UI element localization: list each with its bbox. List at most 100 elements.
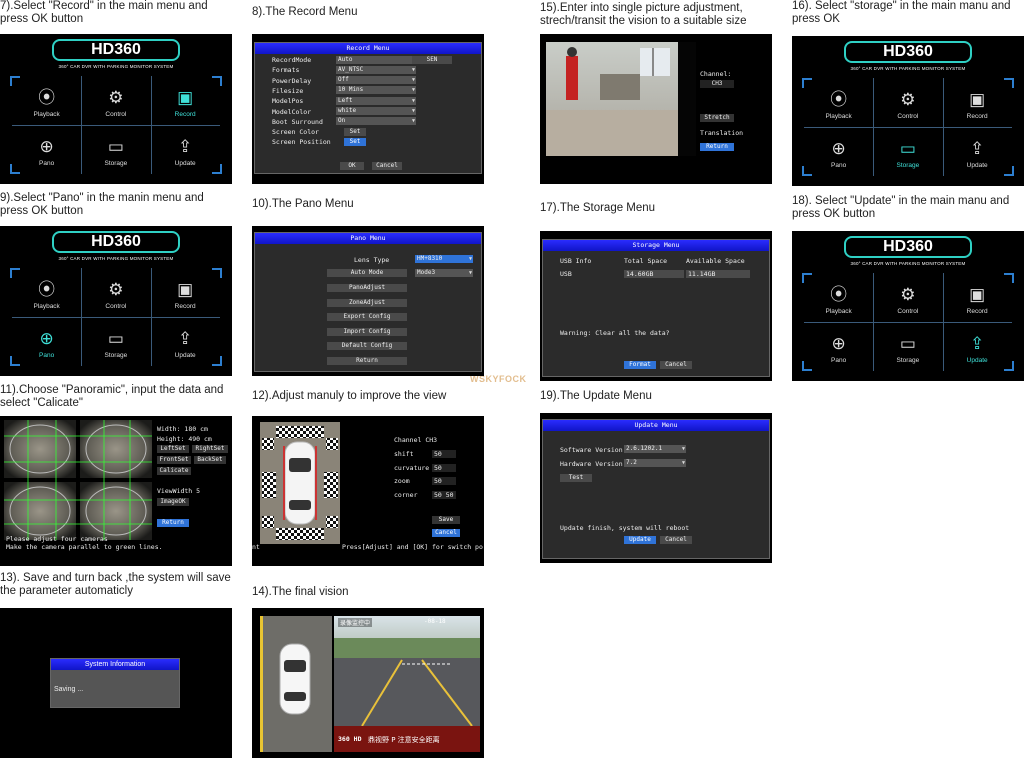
menu-tile-pano[interactable]: ⊕ Pano: [12, 317, 81, 366]
left-set-button[interactable]: LeftSet: [157, 445, 189, 453]
cancel-adjust-button[interactable]: Cancel: [432, 529, 460, 537]
hint-fragment: nt: [252, 543, 260, 551]
software-version-select[interactable]: 2.6.1202.1: [624, 445, 686, 453]
main-menu-grid: ⦿ Playback ⚙ Control ▣ Record ⊕ Pano ▭ Storage ⇪ Up…: [802, 78, 1014, 176]
gear-icon: ⚙: [900, 90, 916, 109]
menu-tile-pano[interactable]: ⊕ Pano: [804, 322, 873, 371]
menu-tile-label: Storage: [104, 352, 128, 359]
format-button[interactable]: Format: [624, 361, 656, 369]
menu-tile-storage[interactable]: ▭ Storage: [81, 125, 150, 174]
cancel-storage-button[interactable]: Cancel: [660, 361, 692, 369]
auto-mode-select[interactable]: Mode3: [415, 269, 473, 277]
main-menu-pano: HD360 360° CAR DVR WITH PARKING MONITOR S…: [0, 226, 232, 376]
record-row-select[interactable]: Auto: [336, 55, 416, 64]
main-menu-grid: ⦿ Playback ⚙ Control ▣ Record ⊕ Pano ▭ Storage ⇪ Up…: [802, 273, 1014, 371]
menu-tile-pano[interactable]: ⊕ Pano: [804, 127, 873, 176]
menu-tile-record[interactable]: ▣ Record: [943, 78, 1012, 127]
record-menu-title: Record Menu: [255, 43, 481, 54]
right-set-button[interactable]: RightSet: [192, 445, 228, 453]
record-row-select[interactable]: Off: [336, 76, 416, 85]
cancel-update-button[interactable]: Cancel: [660, 536, 692, 544]
brand-banner: 鼎视野 P 注意安全距离: [368, 736, 440, 744]
menu-tile-storage[interactable]: ▭ Storage: [873, 322, 942, 371]
save-button[interactable]: Save: [432, 516, 460, 524]
menu-tile-label: Storage: [896, 357, 920, 364]
menu-tile-control[interactable]: ⚙ Control: [873, 78, 942, 127]
stretch-button[interactable]: Stretch: [700, 114, 734, 122]
ok-button[interactable]: OK: [340, 162, 364, 170]
folder-icon: ▭: [107, 329, 124, 348]
caption-step9: 9).Select "Pano" in the manin menu and p…: [0, 192, 204, 217]
adjust-field-value[interactable]: 50: [432, 477, 456, 485]
pano-button-import-config[interactable]: Import Config: [327, 327, 407, 336]
menu-tile-playback[interactable]: ⦿ Playback: [12, 268, 81, 317]
main-menu-storage: HD360 360° CAR DVR WITH PARKING MONITOR S…: [792, 36, 1024, 186]
menu-tile-control[interactable]: ⚙ Control: [81, 76, 150, 125]
menu-tile-storage[interactable]: ▭ Storage: [873, 127, 942, 176]
lens-type-select[interactable]: HM+8310: [415, 255, 473, 263]
menu-tile-update[interactable]: ⇪ Update: [151, 125, 220, 174]
calicate-button[interactable]: Calicate: [157, 467, 191, 475]
record-row-label: Filesize: [272, 86, 304, 95]
globe-icon: ⊕: [831, 334, 846, 353]
return-button[interactable]: Return: [157, 519, 189, 527]
record-row-select[interactable]: AV_NTSC: [336, 65, 416, 74]
return-single-button[interactable]: Return: [700, 143, 734, 151]
update-button[interactable]: Update: [624, 536, 656, 544]
menu-tile-record[interactable]: ▣ Record: [943, 273, 1012, 322]
pano-button-zoneadjust[interactable]: ZoneAdjust: [327, 298, 407, 307]
back-set-button[interactable]: BackSet: [194, 456, 226, 464]
menu-tile-label: Pano: [39, 352, 55, 359]
test-button[interactable]: Test: [560, 474, 592, 482]
front-set-button[interactable]: FrontSet: [157, 456, 191, 464]
pano-button-panoadjust[interactable]: PanoAdjust: [327, 284, 407, 292]
folder-icon: ▭: [899, 334, 916, 353]
adjust-field-value[interactable]: 50: [432, 463, 456, 472]
record-row-select[interactable]: On: [336, 117, 416, 126]
menu-tile-label: Update: [966, 162, 988, 169]
menu-tile-update[interactable]: ⇪ Update: [151, 317, 220, 366]
adjust-field-value[interactable]: 50 50: [432, 490, 456, 499]
menu-tile-control[interactable]: ⚙ Control: [873, 273, 942, 322]
translation-button[interactable]: Translation: [700, 129, 743, 137]
pano-button-export-config[interactable]: Export Config: [327, 313, 407, 321]
channel-single-value[interactable]: CH3: [700, 80, 734, 88]
caption-step16: 16). Select "storage" in the main manu a…: [792, 0, 1011, 25]
cancel-button[interactable]: Cancel: [372, 162, 402, 170]
menu-tile-update[interactable]: ⇪ Update: [943, 127, 1012, 176]
adjust-field-label: shift: [394, 450, 414, 458]
hardware-version-select[interactable]: 7.2: [624, 459, 686, 467]
camera-icon: ▣: [177, 88, 194, 107]
menu-tile-playback[interactable]: ⦿ Playback: [804, 273, 873, 322]
record-row-select[interactable]: white: [336, 107, 416, 115]
menu-tile-update[interactable]: ⇪ Update: [943, 322, 1012, 371]
storage-menu-title: Storage Menu: [543, 240, 769, 251]
hardware-version-label: Hardware Version: [560, 460, 623, 468]
menu-tile-playback[interactable]: ⦿ Playback: [12, 76, 81, 125]
auto-mode-button[interactable]: Auto Mode: [327, 269, 407, 277]
menu-tile-record[interactable]: ▣ Record: [151, 268, 220, 317]
menu-tile-playback[interactable]: ⦿ Playback: [804, 78, 873, 127]
caption-step14: 14).The final vision: [252, 586, 349, 598]
menu-tile-record[interactable]: ▣ Record: [151, 76, 220, 125]
menu-tile-control[interactable]: ⚙ Control: [81, 268, 150, 317]
record-row-select[interactable]: 10 Mins: [336, 86, 416, 95]
caption-step8: 8).The Record Menu: [252, 6, 358, 18]
record-row-set-button[interactable]: Set: [344, 127, 366, 136]
record-row-select[interactable]: Left: [336, 96, 416, 105]
sen-button[interactable]: SEN: [412, 56, 452, 64]
adjust-screen: Channel CH3 shift 50 curvature 50 zoom 50 corn…: [252, 416, 484, 566]
image-ok-button[interactable]: ImageOK: [157, 498, 189, 506]
menu-tile-label: Update: [174, 352, 196, 359]
menu-tile-pano[interactable]: ⊕ Pano: [12, 125, 81, 174]
pano-button-return[interactable]: Return: [327, 356, 407, 365]
pano-button-default-config[interactable]: Default Config: [327, 342, 407, 350]
menu-tile-storage[interactable]: ▭ Storage: [81, 317, 150, 366]
hd360-logo: HD360: [844, 41, 972, 63]
channel-single-label: Channel:: [700, 70, 732, 78]
menu-tile-label: Update: [966, 357, 988, 364]
total-space-value: 14.60GB: [624, 270, 684, 278]
storage-warning: Warning: Clear all the data?: [560, 329, 670, 337]
record-row-set-button[interactable]: Set: [344, 137, 366, 146]
adjust-field-value[interactable]: 50: [432, 450, 456, 458]
